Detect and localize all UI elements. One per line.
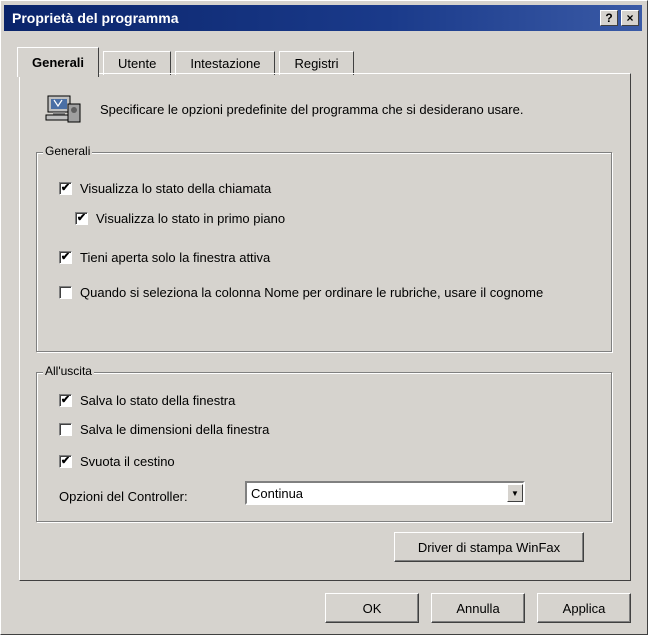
dropdown-arrow-icon[interactable]: ▼ <box>507 484 523 502</box>
checkbox-checked[interactable]: ✔ <box>59 455 72 468</box>
alluscita-group: All'uscita ✔ Salva lo stato della finest… <box>36 364 612 522</box>
option-svuota-cestino[interactable]: ✔ Svuota il cestino <box>59 454 175 469</box>
checkbox-checked[interactable]: ✔ <box>59 251 72 264</box>
option-visualizza-primo-piano[interactable]: ✔ Visualizza lo stato in primo piano <box>75 211 285 226</box>
checkbox-checked[interactable]: ✔ <box>75 212 88 225</box>
option-label: Salva lo stato della finestra <box>80 393 236 408</box>
checkbox-checked[interactable]: ✔ <box>59 394 72 407</box>
close-button[interactable]: × <box>621 10 639 26</box>
option-salva-stato[interactable]: ✔ Salva lo stato della finestra <box>59 393 235 408</box>
option-label: Tieni aperta solo la finestra attiva <box>80 250 271 265</box>
alluscita-legend: All'uscita <box>43 364 94 378</box>
option-label: Visualizza lo stato della chiamata <box>80 181 272 196</box>
option-label: Svuota il cestino <box>80 454 175 469</box>
settings-computer-icon <box>44 92 84 126</box>
checkbox-unchecked[interactable] <box>59 423 72 436</box>
apply-button[interactable]: Applica <box>537 593 631 623</box>
generali-group: Generali ✔ Visualizza lo stato della chi… <box>36 144 612 352</box>
tab-intestazione[interactable]: Intestazione <box>175 51 276 75</box>
cancel-button[interactable]: Annulla <box>431 593 525 623</box>
tab-generali[interactable]: Generali <box>17 47 100 77</box>
properties-window: Proprietà del programma ? × Generali Ute… <box>0 0 648 635</box>
tab-utente[interactable]: Utente <box>103 51 172 75</box>
intro-row: Specificare le opzioni predefinite del p… <box>44 92 523 126</box>
generali-legend: Generali <box>43 144 93 158</box>
intro-text: Specificare le opzioni predefinite del p… <box>100 101 524 117</box>
controller-select-value: Continua <box>251 485 304 501</box>
checkbox-unchecked[interactable] <box>59 286 72 299</box>
option-tieni-aperta[interactable]: ✔ Tieni aperta solo la finestra attiva <box>59 250 270 265</box>
help-button[interactable]: ? <box>600 10 618 26</box>
option-usare-cognome[interactable]: Quando si seleziona la colonna Nome per … <box>59 285 543 300</box>
checkbox-checked[interactable]: ✔ <box>59 182 72 195</box>
ok-button[interactable]: OK <box>325 593 419 623</box>
title-bar: Proprietà del programma ? × <box>4 5 642 31</box>
option-visualizza-stato-chiamata[interactable]: ✔ Visualizza lo stato della chiamata <box>59 181 271 196</box>
option-salva-dimensioni[interactable]: Salva le dimensioni della finestra <box>59 422 269 437</box>
option-label: Salva le dimensioni della finestra <box>80 422 270 437</box>
option-label: Quando si seleziona la colonna Nome per … <box>80 285 544 300</box>
winfax-driver-button[interactable]: Driver di stampa WinFax <box>394 532 584 562</box>
window-title: Proprietà del programma <box>12 10 179 26</box>
option-label: Visualizza lo stato in primo piano <box>96 211 286 226</box>
tab-panel: Specificare le opzioni predefinite del p… <box>19 73 631 581</box>
controller-label: Opzioni del Controller: <box>59 489 188 504</box>
tab-strip: Generali Utente Intestazione Registri <box>17 45 358 77</box>
controller-select[interactable]: Continua ▼ <box>245 481 525 505</box>
tab-registri[interactable]: Registri <box>279 51 354 75</box>
